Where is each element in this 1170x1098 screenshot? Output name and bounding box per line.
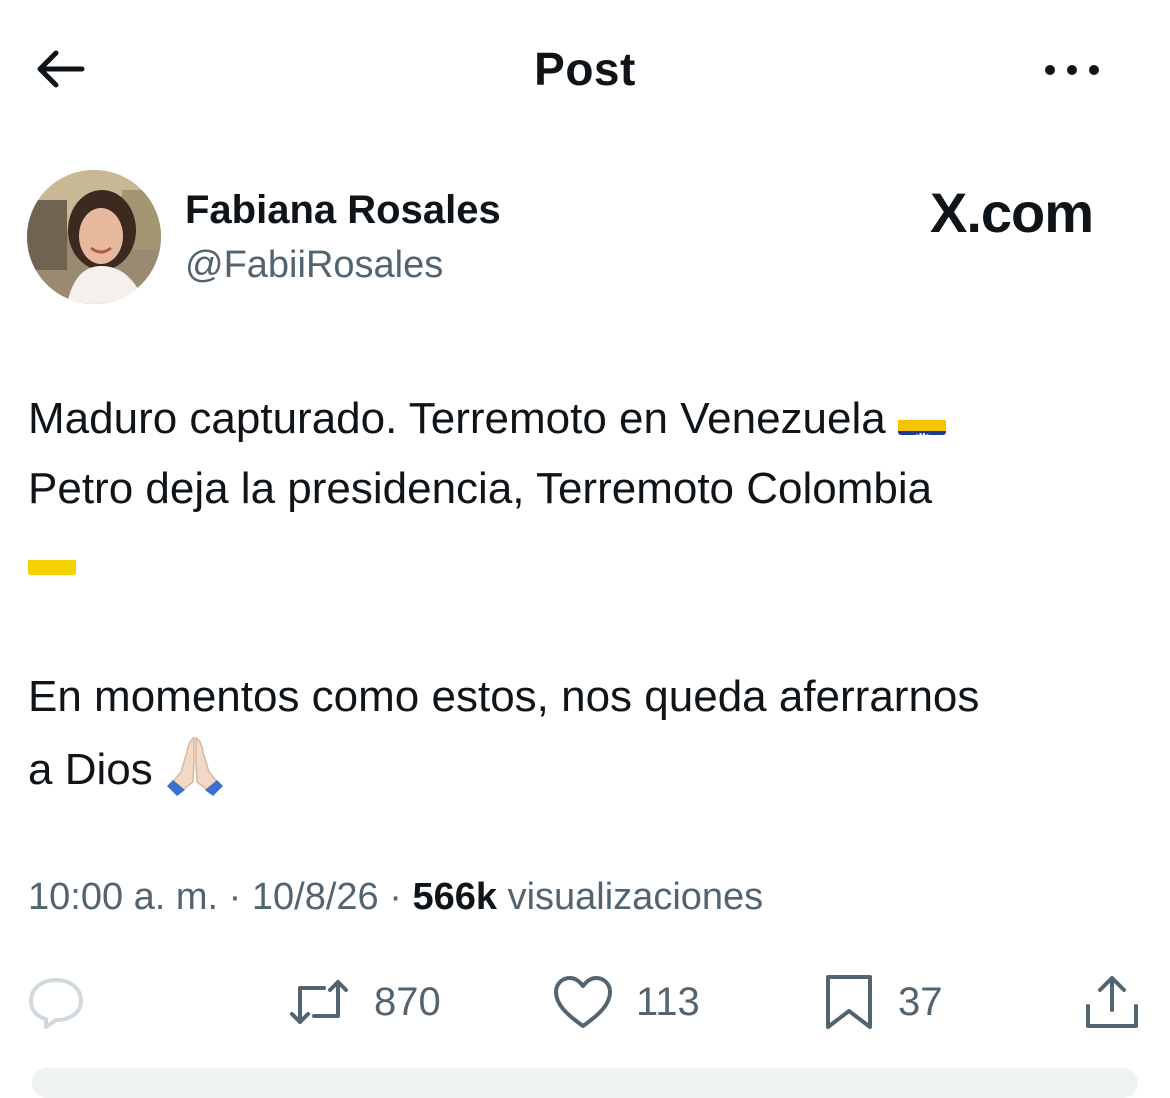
post-line-1: Maduro capturado. Terremoto en Venezuela <box>28 394 898 443</box>
post-line <box>28 524 1143 594</box>
reply-icon <box>29 978 83 1029</box>
retweet-button[interactable]: 870 <box>286 970 441 1034</box>
post-line: a Dios <box>28 732 1143 805</box>
author-name[interactable]: Fabiana Rosales <box>185 188 501 233</box>
brand-logo-text: X.com <box>930 181 1094 244</box>
post-time[interactable]: 10:00 a. m. <box>28 876 218 918</box>
post-line: Petro deja la presidencia, Terremoto Col… <box>28 454 1143 524</box>
post-line-4: a Dios <box>28 745 153 794</box>
separator: · <box>218 876 252 918</box>
share-upload-icon <box>1086 976 1138 1028</box>
post-text: Maduro capturado. Terremoto en Venezuela… <box>28 384 1143 805</box>
bookmark-icon <box>826 975 872 1029</box>
colombia-flag-icon <box>28 543 76 575</box>
page-title: Post <box>534 43 636 95</box>
post-line: En momentos como estos, nos queda aferra… <box>28 662 1143 732</box>
post-metadata: 10:00 a. m. · 10/8/26 · 566k visualizaci… <box>28 876 763 919</box>
share-button[interactable] <box>1082 970 1142 1034</box>
views-label: visualizaciones <box>497 876 764 918</box>
bookmark-count: 37 <box>898 979 943 1024</box>
post-line-3: En momentos como estos, nos queda aferra… <box>28 672 980 721</box>
like-count: 113 <box>636 979 700 1024</box>
separator: · <box>378 876 413 918</box>
bookmark-button[interactable]: 37 <box>822 970 943 1034</box>
post-line: Maduro capturado. Terremoto en Venezuela <box>28 384 1143 454</box>
more-options-icon[interactable] <box>1024 50 1120 90</box>
avatar[interactable] <box>27 170 161 304</box>
heart-icon <box>554 976 612 1028</box>
retweet-count: 870 <box>374 979 441 1024</box>
like-button[interactable]: 113 <box>552 970 700 1034</box>
reply-composer-bar[interactable] <box>32 1068 1138 1098</box>
post-line-2: Petro deja la presidencia, Terremoto Col… <box>28 464 933 513</box>
reply-button[interactable] <box>26 970 86 1034</box>
venezuela-flag-icon <box>897 403 946 435</box>
post-date[interactable]: 10/8/26 <box>252 876 379 918</box>
folded-hands-icon <box>163 732 227 798</box>
views-count: 566k <box>412 876 498 918</box>
author-handle[interactable]: @FabiiRosales <box>185 244 443 287</box>
retweet-icon <box>290 980 348 1024</box>
